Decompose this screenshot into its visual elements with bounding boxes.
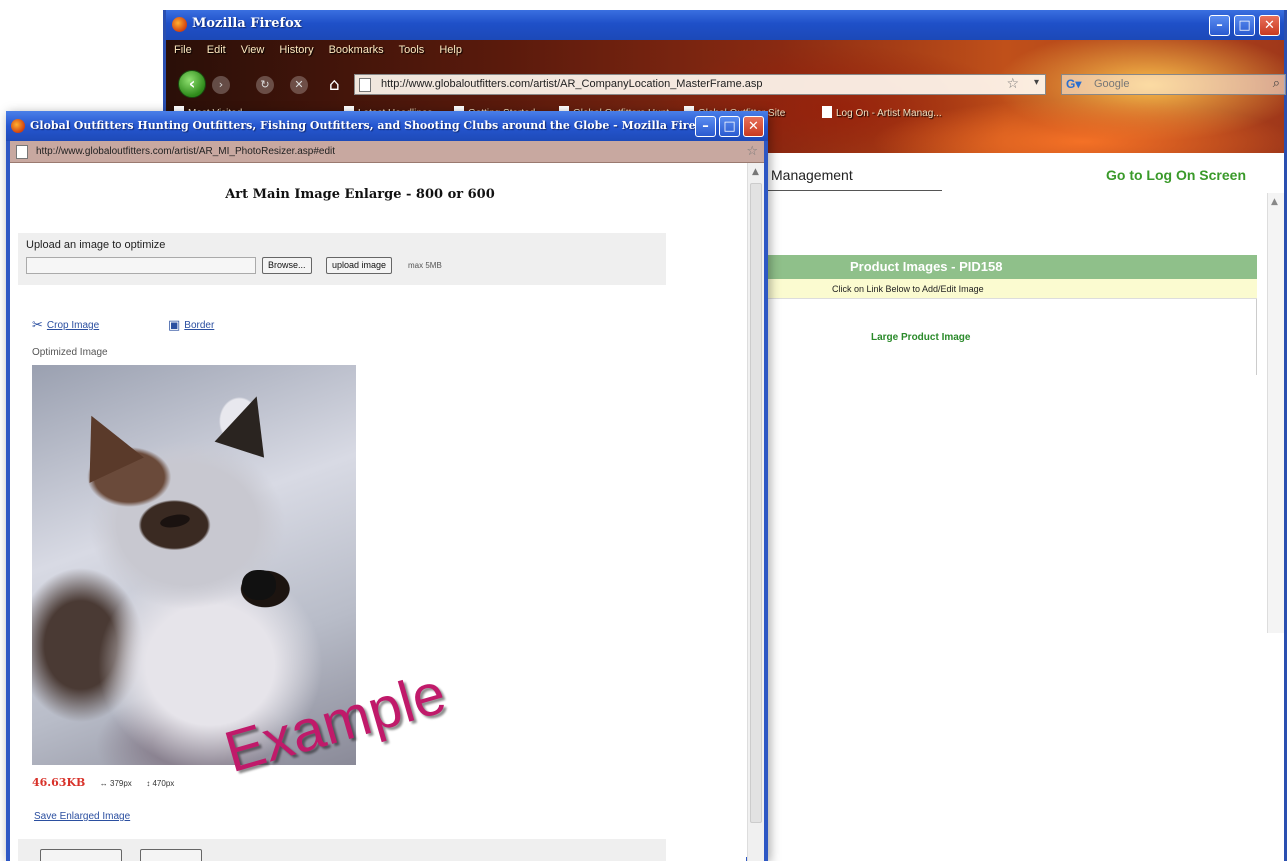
menu-file[interactable]: File xyxy=(174,44,192,56)
menu-edit[interactable]: Edit xyxy=(207,44,226,56)
address-url: http://www.globaloutfitters.com/artist/A… xyxy=(381,78,763,90)
search-placeholder: Google xyxy=(1094,78,1130,90)
menu-history[interactable]: History xyxy=(279,44,313,56)
popup-title-bar: Global Outfitters Hunting Outfitters, Fi… xyxy=(6,111,768,141)
popup-scrollbar[interactable]: ▲ xyxy=(747,163,764,861)
photo-resizer-popup: Global Outfitters Hunting Outfitters, Fi… xyxy=(6,111,768,861)
popup-page-content: Art Main Image Enlarge - 800 or 600 Uplo… xyxy=(10,163,746,861)
minimize-icon[interactable]: – xyxy=(1209,15,1230,36)
bookmark-item[interactable]: Log On - Artist Manag... xyxy=(822,106,942,119)
scroll-up-icon[interactable]: ▲ xyxy=(1271,197,1278,207)
page-title: Art Main Image Enlarge - 800 or 600 xyxy=(225,187,495,202)
main-window-title: Mozilla Firefox xyxy=(192,16,302,31)
bookmark-star-icon[interactable]: ☆ xyxy=(746,144,758,159)
firefox-icon xyxy=(11,119,25,133)
menu-help[interactable]: Help xyxy=(439,44,462,56)
maximize-icon[interactable]: □ xyxy=(719,116,740,137)
popup-address-bar[interactable]: http://www.globaloutfitters.com/artist/A… xyxy=(10,141,764,163)
large-product-image-link[interactable]: Large Product Image xyxy=(871,332,970,343)
scroll-up-icon[interactable]: ▲ xyxy=(752,167,759,177)
bottom-actions xyxy=(18,839,666,861)
upload-section: Upload an image to optimize Browse... up… xyxy=(18,233,666,285)
scrollbar-thumb[interactable] xyxy=(750,183,762,823)
max-size-note: max 5MB xyxy=(408,261,442,270)
image-height: ↕ 470px xyxy=(146,779,175,788)
upload-image-button[interactable]: upload image xyxy=(326,257,393,274)
close-icon[interactable]: ✕ xyxy=(743,116,764,137)
menu-view[interactable]: View xyxy=(241,44,265,56)
firefox-icon xyxy=(172,17,187,32)
product-images-instructions: Click on Link Below to Add/Edit Image xyxy=(766,279,1257,299)
search-icon[interactable]: ⌕ xyxy=(1273,76,1280,91)
border-link[interactable]: ▣ Border xyxy=(168,318,214,333)
file-path-input[interactable] xyxy=(26,257,256,274)
image-size-info: 46.63KB ↔ 379px ↕ 470px xyxy=(32,773,174,791)
reload-icon[interactable]: ↻ xyxy=(256,76,274,94)
menu-tools[interactable]: Tools xyxy=(399,44,425,56)
minimize-icon[interactable]: – xyxy=(695,116,716,137)
maximize-icon[interactable]: □ xyxy=(1234,15,1255,36)
optimized-image-label: Optimized Image xyxy=(32,347,108,358)
search-bar[interactable]: G▾ Google ⌕ xyxy=(1061,74,1286,95)
crop-image-link[interactable]: ✂ Crop Image xyxy=(32,318,99,333)
product-images-panel: Product Images - PID158 Click on Link Be… xyxy=(766,255,1257,375)
action-button[interactable] xyxy=(140,849,202,861)
close-icon[interactable]: ✕ xyxy=(1259,15,1280,36)
border-icon: ▣ xyxy=(168,318,181,333)
address-bar[interactable]: http://www.globaloutfitters.com/artist/A… xyxy=(354,74,1046,95)
google-icon[interactable]: G▾ xyxy=(1066,77,1081,91)
home-icon[interactable]: ⌂ xyxy=(329,76,340,94)
main-title-bar: Mozilla Firefox – □ ✕ xyxy=(166,10,1284,40)
popup-window-title: Global Outfitters Hunting Outfitters, Fi… xyxy=(30,119,715,132)
upload-label: Upload an image to optimize xyxy=(26,239,166,251)
action-button[interactable] xyxy=(40,849,122,861)
browse-button[interactable]: Browse... xyxy=(262,257,312,274)
page-icon xyxy=(16,145,28,159)
image-width: ↔ 379px xyxy=(99,779,132,788)
main-scrollbar[interactable]: ▲ xyxy=(1267,193,1284,633)
popup-url: http://www.globaloutfitters.com/artist/A… xyxy=(36,146,336,157)
back-button-icon[interactable]: ‹ xyxy=(178,70,206,98)
crop-icon: ✂ xyxy=(32,318,43,333)
go-to-logon-link[interactable]: Go to Log On Screen xyxy=(1106,167,1246,183)
address-dropdown-icon[interactable]: ▾ xyxy=(1034,77,1039,88)
bookmark-star-icon[interactable]: ☆ xyxy=(1006,76,1019,92)
menu-bar: File Edit View History Bookmarks Tools H… xyxy=(174,44,462,56)
product-images-header: Product Images - PID158 xyxy=(766,255,1257,279)
save-enlarged-image-link[interactable]: Save Enlarged Image xyxy=(34,811,130,822)
divider xyxy=(764,190,942,191)
file-size: 46.63KB xyxy=(32,776,86,789)
stop-icon[interactable]: ✕ xyxy=(290,76,308,94)
menu-bookmarks[interactable]: Bookmarks xyxy=(329,44,384,56)
management-label: Management xyxy=(771,167,853,183)
forward-button-icon[interactable]: › xyxy=(212,76,230,94)
page-icon xyxy=(359,78,371,92)
